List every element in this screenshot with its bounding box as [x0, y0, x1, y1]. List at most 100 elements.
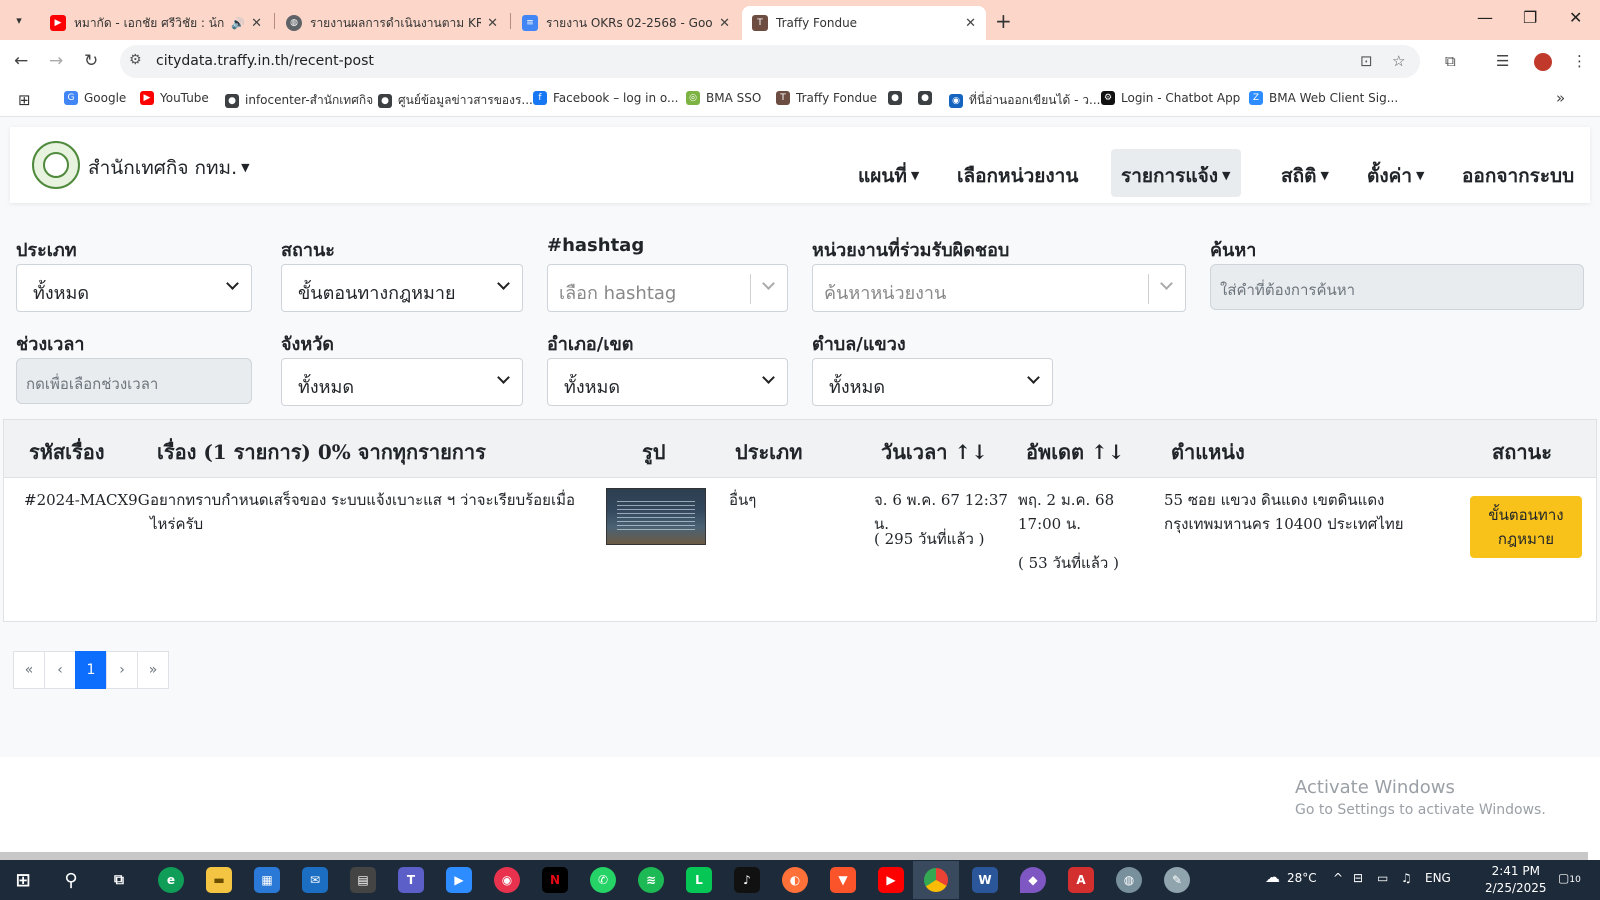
word-icon[interactable]: W — [972, 867, 998, 893]
bookmark-item[interactable]: T Traffy Fondue — [776, 91, 877, 105]
bookmark-star-icon[interactable]: ☆ — [1392, 52, 1405, 70]
tab-okrs-doc[interactable]: ≡ รายงาน OKRs 02-2568 - Google ✕ — [512, 6, 740, 40]
file-explorer-icon[interactable]: ▬ — [206, 867, 232, 893]
weather-temp[interactable]: 28°C — [1287, 871, 1317, 885]
prev-page-button[interactable]: ‹ — [44, 651, 76, 689]
first-page-button[interactable]: « — [13, 651, 45, 689]
type-select[interactable]: ทั้งหมด — [16, 264, 252, 312]
bookmark-item[interactable]: ◉ ที่นี่อ่านออกเขียนได้ - ว... — [949, 91, 1100, 110]
period-input[interactable]: กดเพื่อเลือกช่วงเวลา — [16, 358, 252, 404]
paint-drop-icon[interactable]: ◆ — [1020, 867, 1046, 893]
hashtag-select[interactable]: เลือก hashtag — [547, 264, 788, 312]
menu-statistics[interactable]: สถิติ ▼ — [1271, 149, 1339, 197]
extensions-icon[interactable]: ⧉ — [1445, 52, 1456, 70]
store-icon[interactable]: ▦ — [254, 867, 280, 893]
close-tab-icon[interactable]: ✕ — [251, 16, 262, 31]
volume-icon[interactable]: ♫ — [1401, 871, 1412, 885]
status-select[interactable]: ขั้นตอนทางกฎหมาย — [281, 264, 523, 312]
mail-icon[interactable]: ✉ — [302, 867, 328, 893]
bookmark-item[interactable]: ▶ YouTube — [140, 91, 209, 105]
bookmark-item[interactable]: ⚙ Login - Chatbot App — [1101, 91, 1240, 105]
site-info-icon[interactable]: ⚙ — [129, 52, 142, 68]
media-control-icon[interactable]: ☰ — [1496, 52, 1509, 70]
weather-cloud-icon[interactable]: ☁ — [1265, 868, 1280, 886]
page-1-button[interactable]: 1 — [75, 651, 107, 689]
menu-select-agency[interactable]: เลือกหน่วยงาน — [947, 149, 1088, 197]
tab-search-chevron-icon[interactable]: ▾ — [8, 9, 30, 31]
windows-start-icon[interactable]: ⊞ — [10, 867, 36, 893]
col-header-datetime-sort[interactable]: วันเวลา ↑↓ — [881, 436, 988, 468]
calculator-icon[interactable]: ▤ — [350, 867, 376, 893]
close-window-button[interactable]: ✕ — [1569, 8, 1582, 27]
restore-button[interactable]: ❐ — [1523, 8, 1537, 27]
forward-button[interactable]: → — [49, 51, 63, 71]
bookmark-item[interactable]: f Facebook – log in o... — [533, 91, 678, 105]
menu-map[interactable]: แผนที่ ▼ — [848, 149, 929, 197]
search-icon[interactable]: ⚲ — [58, 867, 84, 893]
network-icon[interactable]: ⊟ — [1353, 871, 1363, 885]
province-select[interactable]: ทั้งหมด — [281, 358, 523, 406]
app-icon[interactable]: ◍ — [1116, 867, 1142, 893]
bookmark-item[interactable]: ● infocenter-สำนักเทศกิจ — [225, 91, 373, 110]
tiktok-icon[interactable]: ♪ — [734, 867, 760, 893]
acrobat-icon[interactable]: A — [1068, 867, 1094, 893]
address-bar[interactable]: ⚙ citydata.traffy.in.th/recent-post ⊡ ☆ — [120, 45, 1420, 78]
install-app-icon[interactable]: ⊡ — [1360, 52, 1373, 70]
task-view-icon[interactable]: ⧉ — [106, 867, 132, 893]
col-header-updated-sort[interactable]: อัพเดต ↑↓ — [1026, 436, 1125, 468]
menu-settings[interactable]: ตั้งค่า ▼ — [1357, 149, 1434, 197]
close-tab-icon[interactable]: ✕ — [487, 16, 498, 31]
edge-icon[interactable]: e — [158, 867, 184, 893]
profile-avatar[interactable] — [1534, 53, 1552, 71]
language-indicator[interactable]: ENG — [1425, 871, 1451, 885]
tab-krs-report[interactable]: ◍ รายงานผลการดำเนินงานตาม KRs ✕ — [276, 6, 508, 40]
netflix-icon[interactable]: N — [542, 867, 568, 893]
tab-traffy-fondue[interactable]: T Traffy Fondue ✕ — [742, 6, 986, 40]
search-input[interactable]: ใส่คำที่ต้องการค้นหา — [1210, 264, 1584, 310]
firefox-icon[interactable]: ◐ — [782, 867, 808, 893]
bookmarks-overflow-icon[interactable]: » — [1556, 89, 1565, 107]
next-page-button[interactable]: › — [106, 651, 138, 689]
minimize-button[interactable]: — — [1477, 8, 1493, 27]
bookmark-item[interactable]: ● — [918, 91, 938, 105]
bookmark-item[interactable]: ● ศูนย์ข้อมูลข่าวสารของร... — [378, 91, 533, 110]
report-id-link[interactable]: #2024-MACX9G — [24, 488, 150, 512]
brave-icon[interactable]: ▼ — [830, 867, 856, 893]
last-page-button[interactable]: » — [137, 651, 169, 689]
menu-logout[interactable]: ออกจากระบบ — [1452, 149, 1584, 197]
youtube-app-icon[interactable]: ▶ — [878, 867, 904, 893]
more-menu-icon[interactable]: ⋮ — [1572, 52, 1587, 70]
line-icon[interactable]: L — [686, 867, 712, 893]
tab-youtube-music[interactable]: ▶ หมากัด - เอกชัย ศรีวิชัย : น้กมง 🔊 ✕ — [40, 6, 272, 40]
speaker-icon[interactable]: 🔊 — [231, 17, 245, 30]
notifications-icon[interactable]: ▢10 — [1558, 871, 1581, 885]
back-button[interactable]: ← — [14, 51, 28, 71]
bookmark-item[interactable]: G Google — [64, 91, 126, 105]
menu-reports[interactable]: รายการแจ้ง ▼ — [1111, 149, 1241, 197]
whatsapp-icon[interactable]: ✆ — [590, 867, 616, 893]
apps-grid-icon[interactable]: ⊞ — [18, 91, 31, 109]
recorder-icon[interactable]: ◉ — [494, 867, 520, 893]
bookmark-item[interactable]: ● — [888, 91, 908, 105]
zoom-icon[interactable]: ▶ — [446, 867, 472, 893]
new-tab-button[interactable]: + — [995, 9, 1012, 33]
reload-button[interactable]: ↻ — [84, 51, 98, 71]
status-badge[interactable]: ขั้นตอนทางกฎหมาย — [1470, 496, 1582, 558]
tray-chevron-up-icon[interactable]: ^ — [1333, 871, 1343, 885]
teams-icon[interactable]: T — [398, 867, 424, 893]
agency-select[interactable]: ค้นหาหน่วยงาน — [812, 264, 1186, 312]
paint-palette-icon[interactable]: ✎ — [1164, 867, 1190, 893]
subdistrict-select[interactable]: ทั้งหมด — [812, 358, 1053, 406]
report-thumbnail[interactable] — [606, 488, 706, 545]
bookmark-item[interactable]: Z BMA Web Client Sig... — [1249, 91, 1398, 105]
district-select[interactable]: ทั้งหมด — [547, 358, 788, 406]
display-icon[interactable]: ▭ — [1377, 871, 1388, 885]
url-text[interactable]: citydata.traffy.in.th/recent-post — [156, 53, 374, 69]
brand-dropdown[interactable]: สำนักเทศกิจ กทม. ▼ — [88, 153, 250, 183]
bookmark-item[interactable]: ◎ BMA SSO — [686, 91, 761, 105]
close-tab-icon[interactable]: ✕ — [719, 16, 730, 31]
horizontal-scrollbar[interactable] — [0, 852, 1588, 860]
chrome-taskbar-active[interactable] — [913, 861, 959, 899]
close-tab-icon[interactable]: ✕ — [965, 16, 976, 31]
spotify-icon[interactable]: ≋ — [638, 867, 664, 893]
